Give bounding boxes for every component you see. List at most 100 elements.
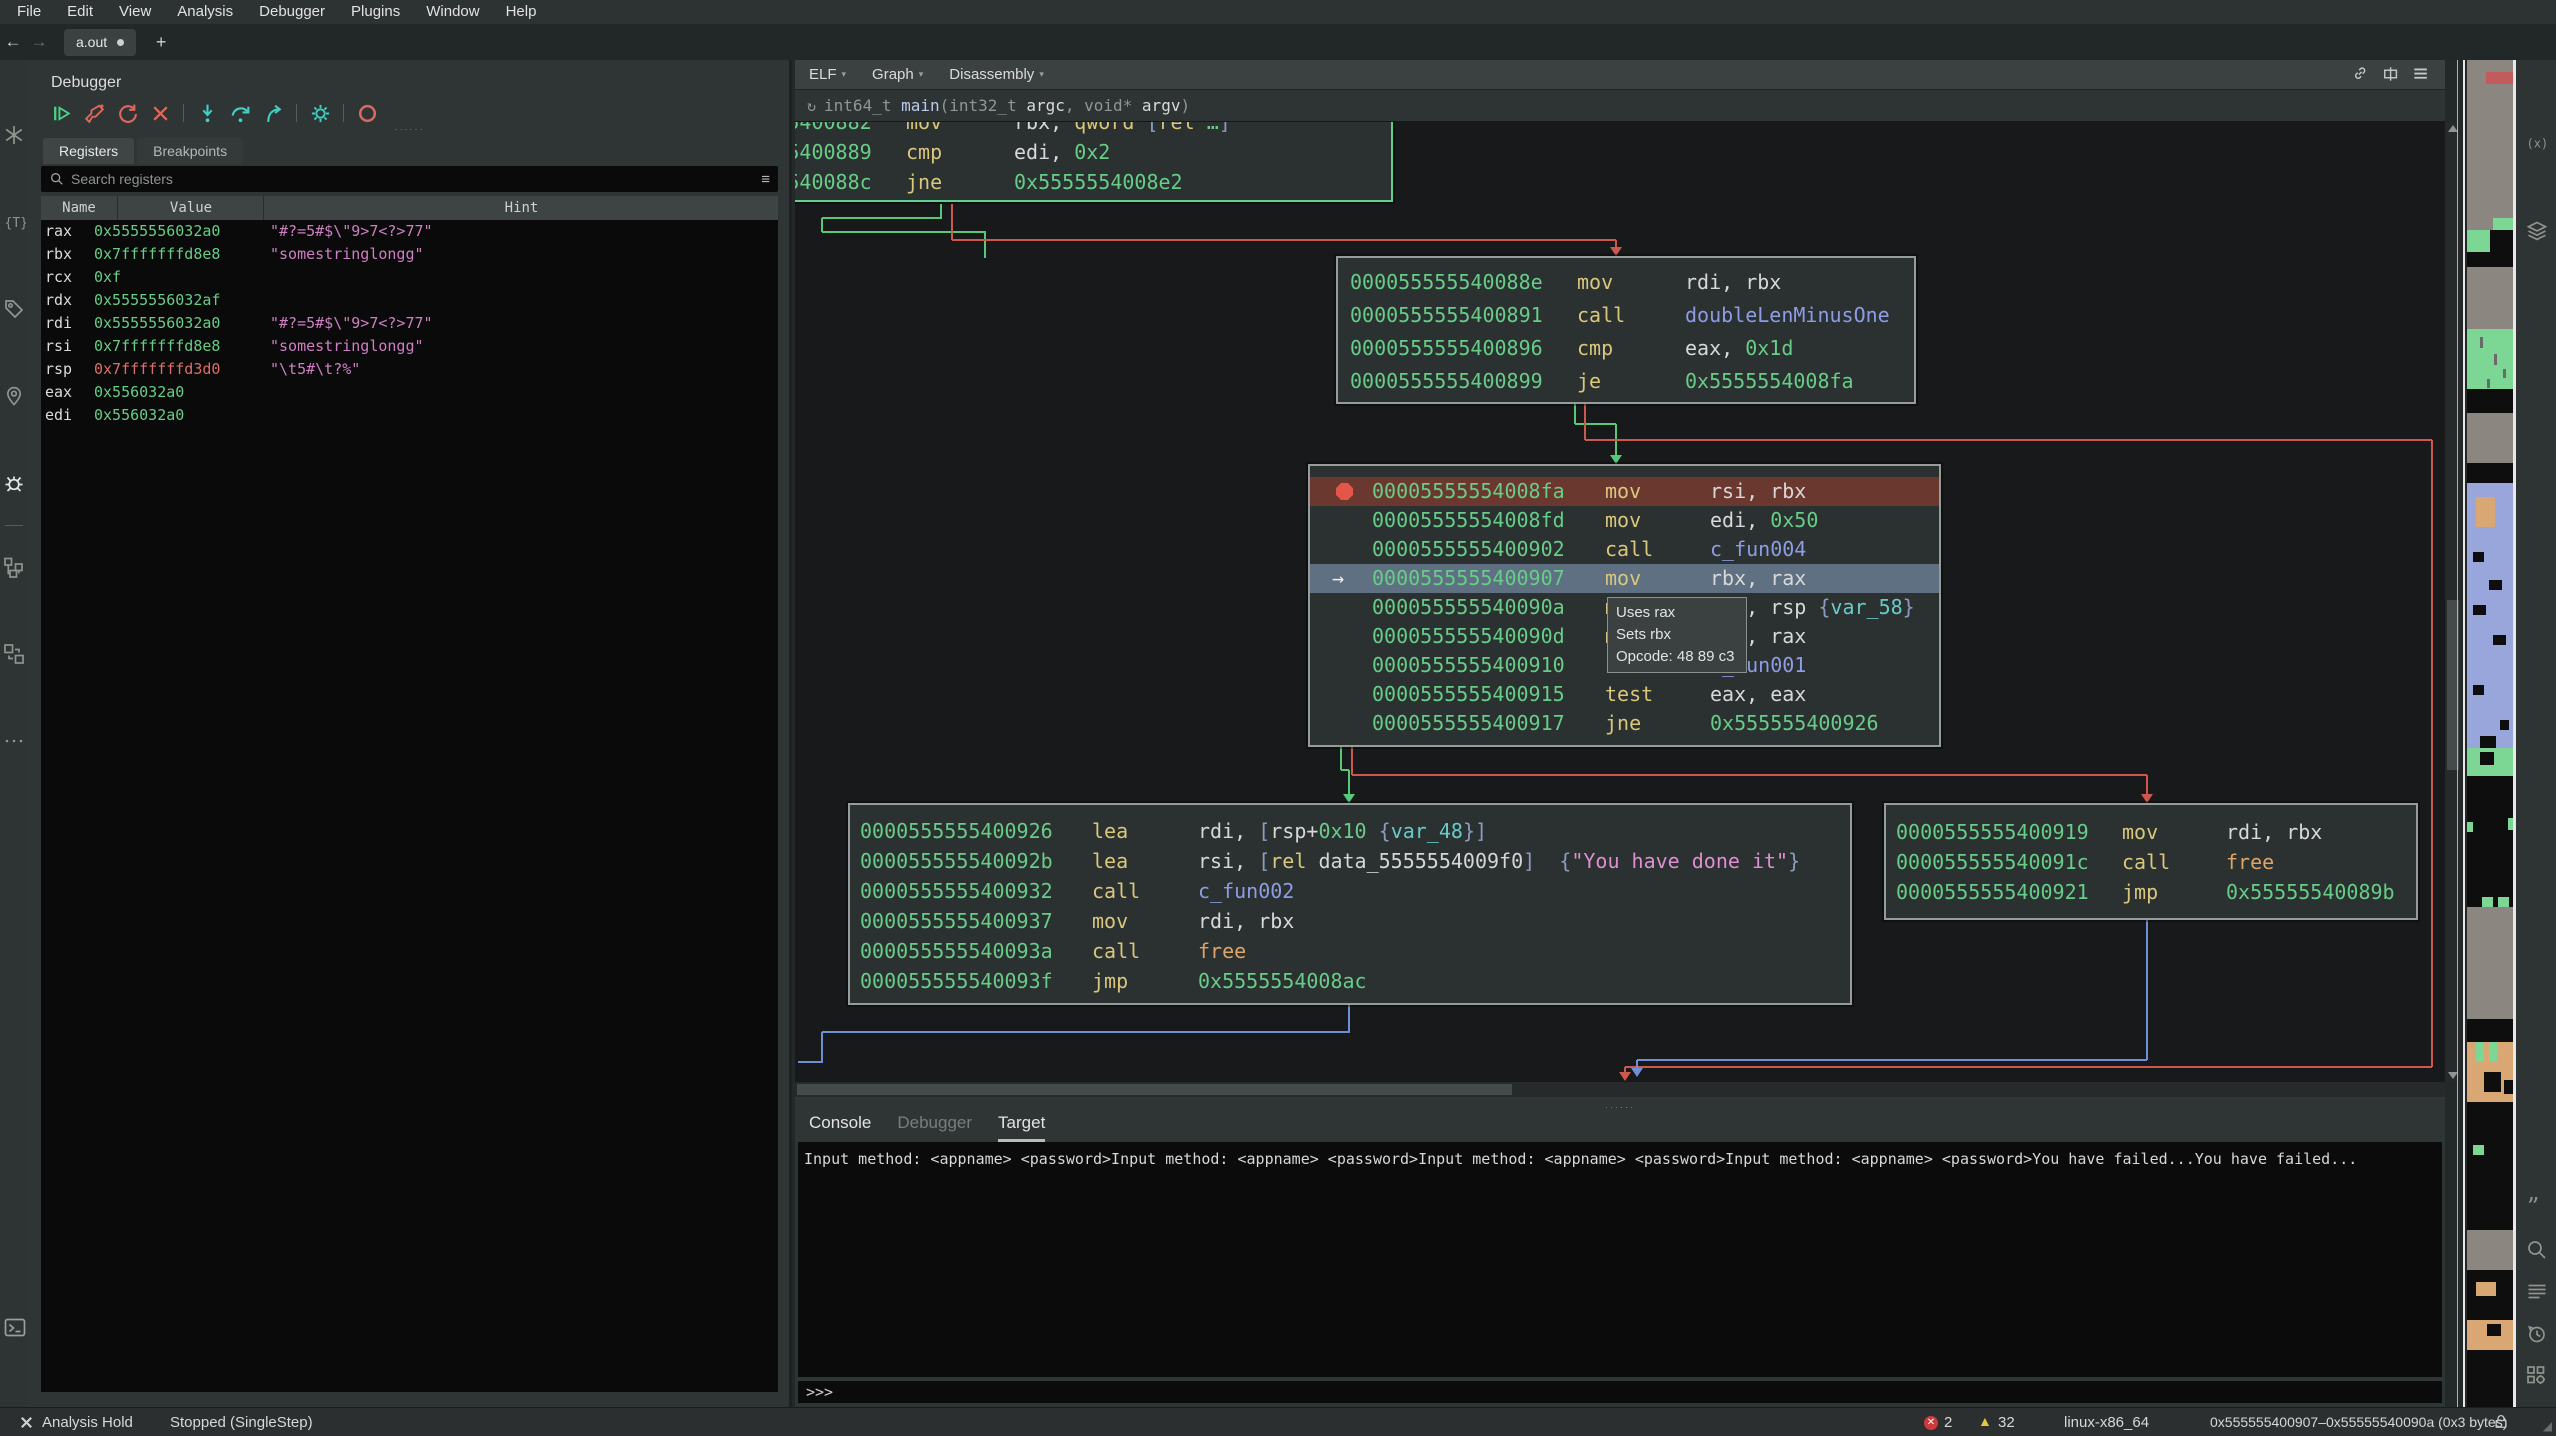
lock-icon[interactable] <box>2492 1413 2510 1431</box>
console-tab-target[interactable]: Target <box>998 1113 1045 1142</box>
register-row-rdx[interactable]: rdx 0x5555556032af <box>41 289 778 312</box>
splitter-handle[interactable]: ······ <box>795 1102 2445 1112</box>
instruction-row[interactable]: 0000555555400932callc_fun002 <box>850 876 1850 906</box>
more-icon[interactable] <box>1 728 27 754</box>
variables-icon[interactable]: (x) <box>2524 130 2550 156</box>
menu-item-plugins[interactable]: Plugins <box>338 0 413 24</box>
warning-icon[interactable]: ▲ <box>1978 1413 1992 1429</box>
instruction-row[interactable]: 0000555555400902callc_fun004 <box>1310 535 1939 564</box>
instruction-row[interactable]: 0000555555400899je0x5555554008fa <box>1338 365 1914 398</box>
document-tab[interactable]: a.out <box>64 29 136 56</box>
graph-org-icon[interactable] <box>1 554 27 580</box>
menu-item-help[interactable]: Help <box>493 0 550 24</box>
instruction-row[interactable]: 00005555554008famovrsi, rbx <box>1310 477 1939 506</box>
back-button[interactable]: ← <box>0 32 26 52</box>
instruction-row[interactable]: 0000555555400891calldoubleLenMinusOne <box>1338 299 1914 332</box>
layers-icon[interactable] <box>2524 218 2550 244</box>
register-row-rcx[interactable]: rcx 0xf <box>41 266 778 289</box>
types-icon[interactable]: {T} <box>1 209 27 235</box>
menu-item-window[interactable]: Window <box>413 0 492 24</box>
plugin-grid-icon[interactable] <box>2524 1363 2550 1389</box>
splitter-handle[interactable]: ······ <box>27 124 792 134</box>
warning-count[interactable]: 32 <box>1998 1408 2015 1436</box>
step-return-button[interactable] <box>261 101 285 125</box>
instruction-row[interactable]: 0000555555400919movrdi, rbx <box>1886 817 2416 847</box>
menu-item-analysis[interactable]: Analysis <box>164 0 246 24</box>
register-row-edi[interactable]: edi 0x556032a0 <box>41 404 778 427</box>
menu-item-file[interactable]: File <box>4 0 54 24</box>
instruction-row[interactable]: 000055555540092blearsi, [rel data_555555… <box>850 846 1850 876</box>
register-row-rax[interactable]: rax 0x5555556032a0 "#?=5#$\"9>7<?>77" <box>41 220 778 243</box>
run-button[interactable] <box>49 101 73 125</box>
search-registers-input[interactable]: Search registers ≡ <box>41 166 778 192</box>
analysis-cancel-icon[interactable] <box>18 1414 35 1431</box>
settings-button[interactable] <box>308 101 332 125</box>
forward-button[interactable]: → <box>26 32 52 52</box>
view-menu-elf[interactable]: ELF▾ <box>809 66 846 83</box>
reload-icon[interactable]: ↻ <box>807 97 816 115</box>
console-tab-console[interactable]: Console <box>809 1113 871 1142</box>
vertical-scrollbar[interactable] <box>2445 122 2461 1082</box>
instruction-row[interactable]: 0000555555400896cmpeax, 0x1d <box>1338 332 1914 365</box>
menu-burger-icon[interactable] <box>2411 64 2433 86</box>
detach-button[interactable] <box>148 101 172 125</box>
menu-item-view[interactable]: View <box>106 0 164 24</box>
terminal-icon[interactable] <box>3 1316 29 1342</box>
column-header-value[interactable]: Value <box>119 196 264 220</box>
search-icon[interactable] <box>2524 1237 2550 1263</box>
instruction-row[interactable]: 0000555555400926leardi, [rsp+0x10 {var_4… <box>850 816 1850 846</box>
restart-button[interactable] <box>115 101 139 125</box>
instruction-row[interactable]: 000055555540093fjmp0x5555554008ac <box>850 966 1850 996</box>
history-icon[interactable] <box>2524 1321 2550 1347</box>
instruction-row[interactable]: 000055555540088emovrdi, rbx <box>1338 266 1914 299</box>
breakpoint-icon[interactable] <box>1336 483 1353 500</box>
hash-icon[interactable] <box>1 122 27 148</box>
step-into-button[interactable] <box>195 101 219 125</box>
instruction-row[interactable]: 00005555554008fdmovedi, 0x50 <box>1310 506 1939 535</box>
instruction-row[interactable]: 0000555555400889cmpedi, 0x2 <box>795 137 1391 167</box>
tab-registers[interactable]: Registers <box>43 138 134 164</box>
error-icon[interactable]: ✕ <box>1924 1416 1938 1430</box>
view-menu-graph[interactable]: Graph▾ <box>872 66 923 83</box>
column-header-hint[interactable]: Hint <box>265 196 778 220</box>
record-button[interactable] <box>355 101 379 125</box>
feature-map[interactable] <box>2467 60 2513 1407</box>
instruction-row[interactable]: 0000555555400937movrdi, rbx <box>850 906 1850 936</box>
instruction-row[interactable]: 0000555555400921jmp0x55555540089b <box>1886 877 2416 907</box>
console-tab-debugger[interactable]: Debugger <box>897 1113 972 1142</box>
column-header-name[interactable]: Name <box>41 196 118 220</box>
register-row-eax[interactable]: eax 0x556032a0 <box>41 381 778 404</box>
instruction-row[interactable]: 000055555540093acallfree <box>850 936 1850 966</box>
tab-breakpoints[interactable]: Breakpoints <box>137 138 243 164</box>
split-icon[interactable] <box>2381 64 2403 86</box>
search-options-icon[interactable]: ≡ <box>761 171 770 188</box>
register-row-rbx[interactable]: rbx 0x7fffffffd8e8 "somestringlongg" <box>41 243 778 266</box>
quotes-icon[interactable]: ” <box>2524 1195 2550 1221</box>
instruction-row[interactable]: →0000555555400907movrbx, rax <box>1310 564 1939 593</box>
resize-grip[interactable]: ◢ <box>2543 1419 2552 1433</box>
graph-canvas[interactable]: 0000555555400882movrbx, qword [rel …]000… <box>795 122 2445 1082</box>
bug-icon[interactable] <box>1 470 27 496</box>
kill-process-button[interactable] <box>82 101 106 125</box>
log-lines-icon[interactable] <box>2524 1279 2550 1305</box>
instruction-row[interactable]: 0000555555400882movrbx, qword [rel …] <box>795 122 1391 137</box>
register-row-rsi[interactable]: rsi 0x7fffffffd8e8 "somestringlongg" <box>41 335 778 358</box>
instruction-row[interactable]: 000055555540088cjne0x5555554008e2 <box>795 167 1391 197</box>
instruction-row[interactable]: 0000555555400915testeax, eax <box>1310 680 1939 709</box>
location-icon[interactable] <box>1 383 27 409</box>
register-row-rsp[interactable]: rsp 0x7fffffffd3d0 "\t5#\t?%" <box>41 358 778 381</box>
swap-icon[interactable] <box>1 641 27 667</box>
instruction-row[interactable]: 0000555555400917jne0x555555400926 <box>1310 709 1939 738</box>
console-input[interactable]: >>> <box>798 1380 2442 1403</box>
horizontal-scrollbar[interactable] <box>795 1082 2445 1097</box>
error-count[interactable]: 2 <box>1944 1408 1952 1436</box>
function-breadcrumb[interactable]: ↻ int64_t main(int32_t argc, void* argv) <box>795 90 2445 122</box>
menu-item-debugger[interactable]: Debugger <box>246 0 338 24</box>
link-icon[interactable] <box>2351 64 2373 86</box>
tag-icon[interactable] <box>1 296 27 322</box>
view-menu-disassembly[interactable]: Disassembly▾ <box>949 66 1044 83</box>
instruction-row[interactable]: 000055555540091ccallfree <box>1886 847 2416 877</box>
new-tab-button[interactable]: + <box>150 32 172 53</box>
step-over-button[interactable] <box>228 101 252 125</box>
register-row-rdi[interactable]: rdi 0x5555556032a0 "#?=5#$\"9>7<?>77" <box>41 312 778 335</box>
